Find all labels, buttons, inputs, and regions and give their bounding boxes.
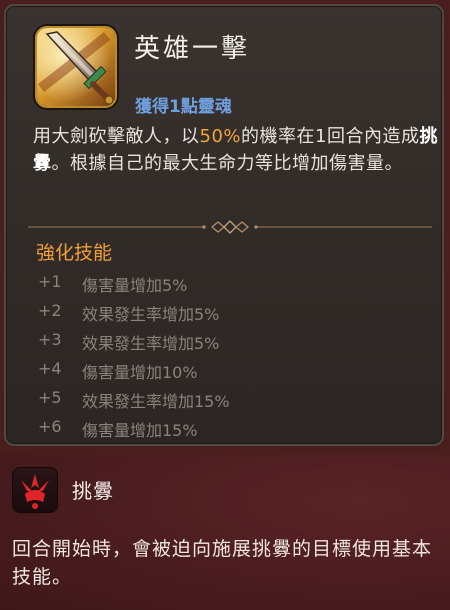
enhancement-level: +6 xyxy=(38,417,62,436)
skill-tooltip: 英雄一擊 獲得1點靈魂 用大劍砍擊敵人，以50%的機率在1回合內造成挑釁。根據自… xyxy=(0,0,450,610)
enhancement-list: +1 傷害量增加5% +2 效果發生率增加5% +3 效果發生率增加5% +4 … xyxy=(38,272,418,446)
enhancement-item: +5 效果發生率增加15% xyxy=(38,388,418,417)
enhancement-item: +6 傷害量增加15% xyxy=(38,417,418,446)
effect-name: 挑釁 xyxy=(72,479,114,503)
enhancement-level: +3 xyxy=(38,330,62,349)
chance-highlight: 50% xyxy=(199,126,242,147)
skill-card: 英雄一擊 獲得1點靈魂 用大劍砍擊敵人，以50%的機率在1回合內造成挑釁。根據自… xyxy=(4,4,444,446)
enhancement-item: +1 傷害量增加5% xyxy=(38,272,418,301)
description-part3: 。根據自己的最大生命力等比增加傷害量。 xyxy=(51,153,403,174)
effect-description: 回合開始時，會被迫向施展挑釁的目標使用基本技能。 xyxy=(12,538,433,588)
enhancement-effect: 傷害量增加5% xyxy=(82,276,188,295)
enhancement-level: +5 xyxy=(38,388,62,407)
great-sword-icon xyxy=(35,26,117,108)
skill-title: 英雄一擊 xyxy=(134,34,251,64)
enhancement-level: +2 xyxy=(38,301,62,320)
enhancement-level: +4 xyxy=(38,359,62,378)
enhancement-effect: 傷害量增加15% xyxy=(82,421,198,440)
provoke-icon xyxy=(12,467,58,513)
description-part2: 的機率在1回合內造成 xyxy=(241,126,420,147)
skill-description: 用大劍砍擊敵人，以50%的機率在1回合內造成挑釁。根據自己的最大生命力等比增加傷… xyxy=(33,123,443,177)
enhancement-effect: 效果發生率增加5% xyxy=(82,334,220,353)
enhancement-item: +3 效果發生率增加5% xyxy=(38,330,418,359)
enhancement-effect: 效果發生率增加5% xyxy=(82,305,220,324)
enhancement-item: +4 傷害量增加10% xyxy=(38,359,418,388)
enhancement-effect: 效果發生率增加15% xyxy=(82,392,230,411)
enhancement-effect: 傷害量增加10% xyxy=(82,363,198,382)
ornament-divider xyxy=(28,219,432,234)
enhancement-level: +1 xyxy=(38,272,62,291)
enhancement-item: +2 效果發生率增加5% xyxy=(38,301,418,330)
effect-panel: 挑釁 回合開始時，會被迫向施展挑釁的目標使用基本技能。 xyxy=(0,455,450,610)
description-part1: 用大劍砍擊敵人，以 xyxy=(33,126,200,147)
enhancement-title: 強化技能 xyxy=(36,242,113,264)
soul-reward-text: 獲得1點靈魂 xyxy=(135,97,232,117)
